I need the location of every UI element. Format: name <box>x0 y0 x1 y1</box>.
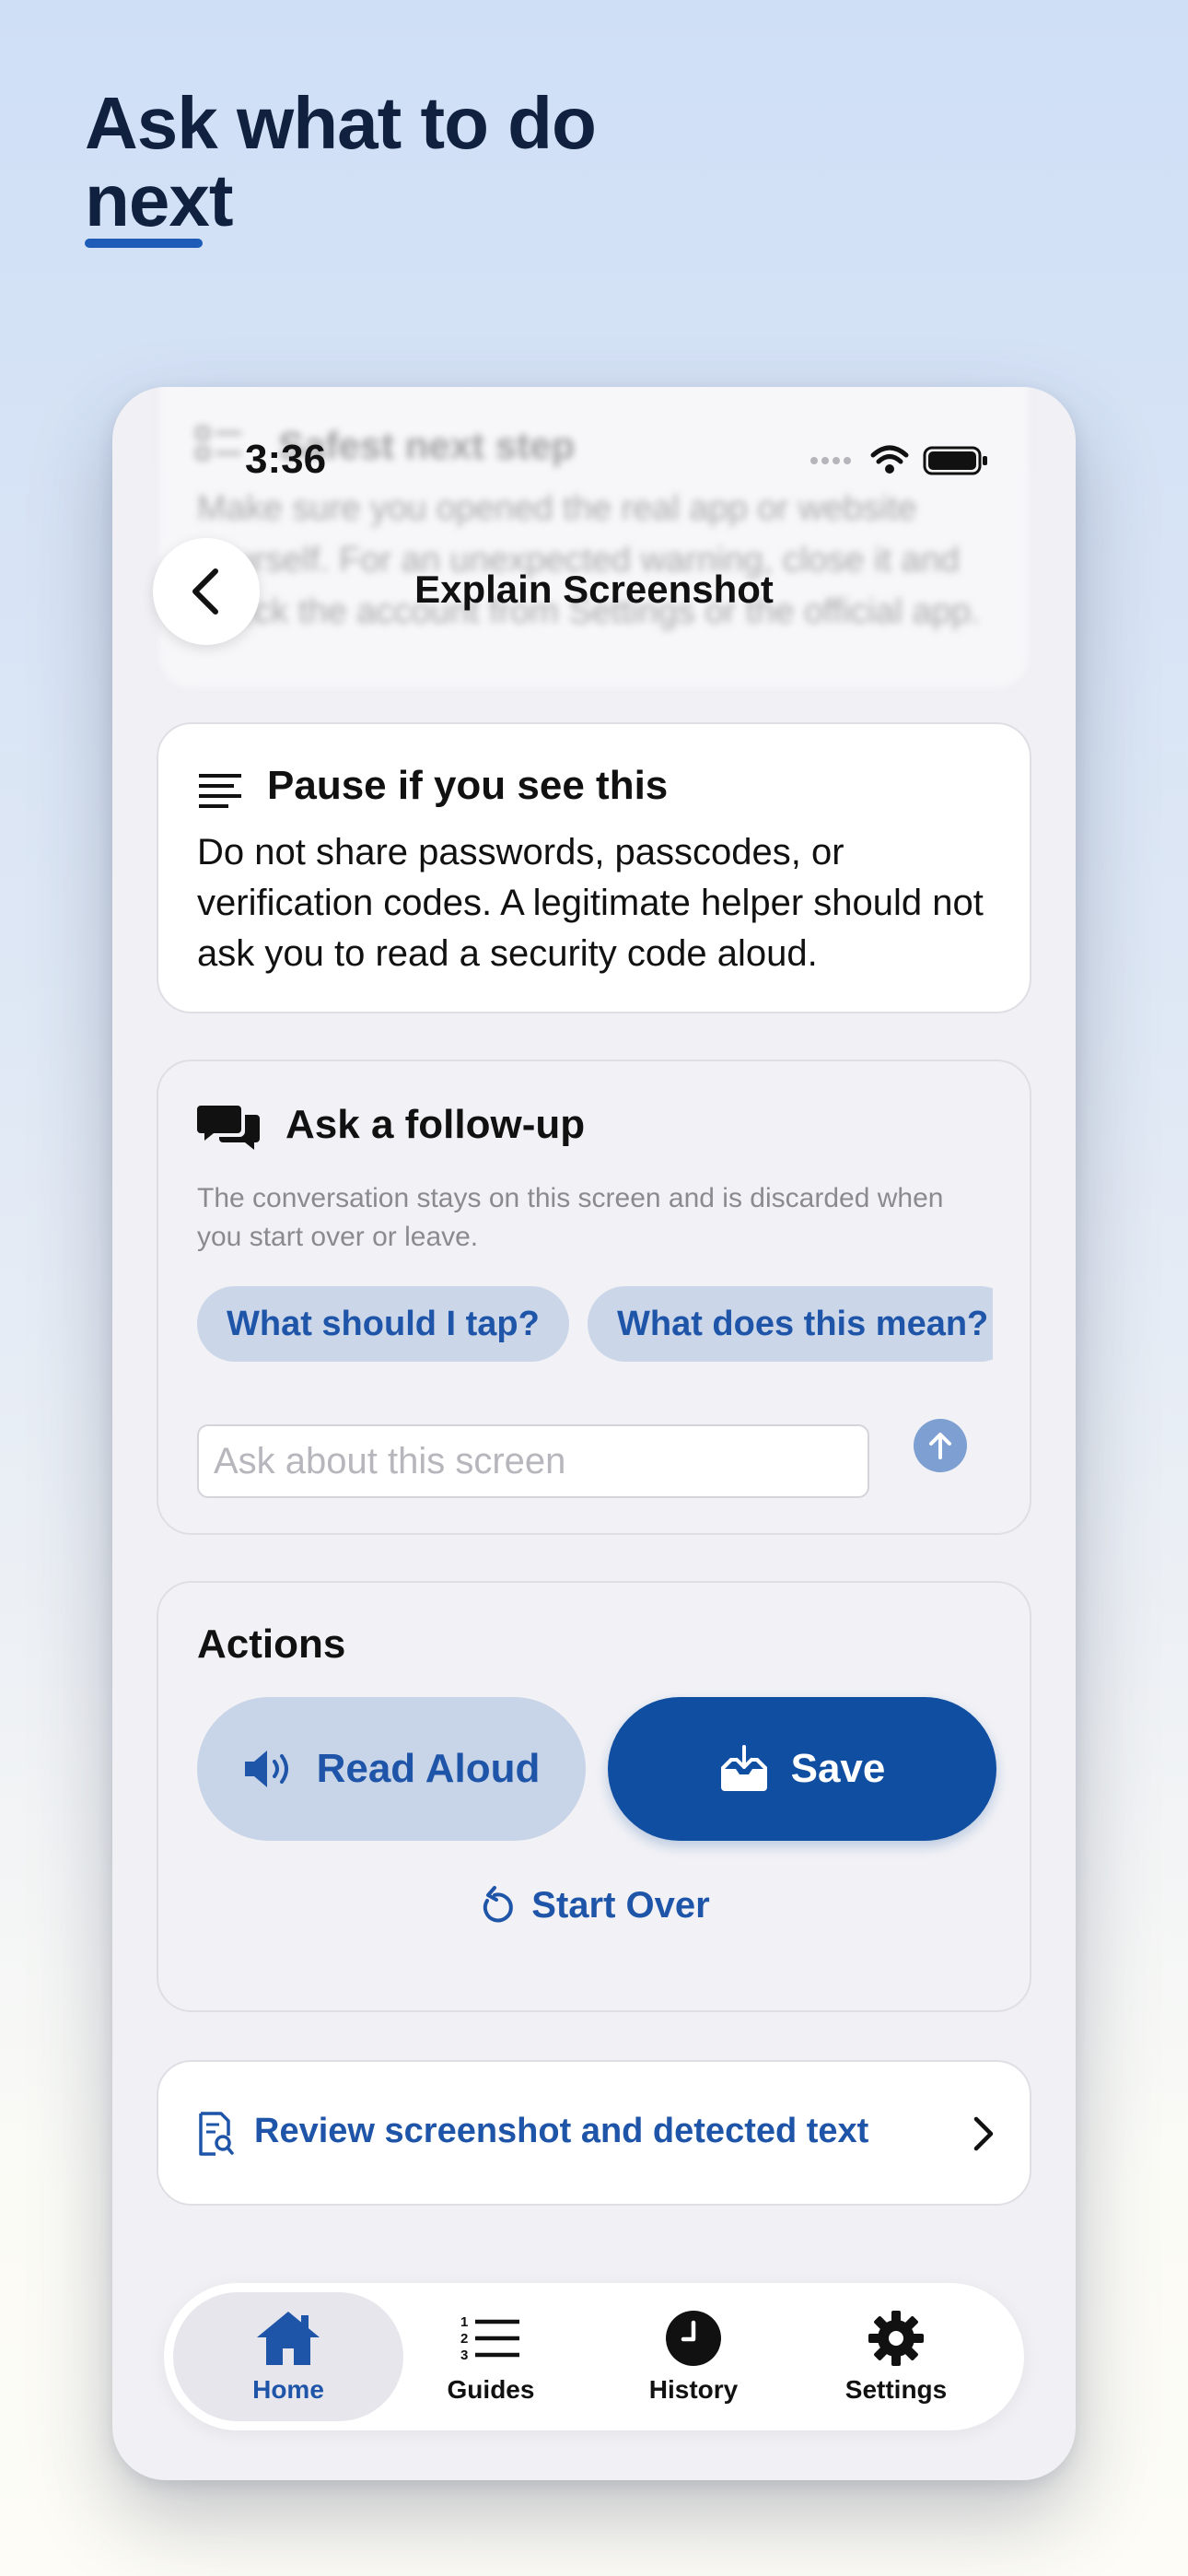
headline-underline <box>85 239 203 248</box>
text-lines-icon <box>199 774 241 808</box>
safest-next-step-body: Make sure you opened the real app or web… <box>197 489 981 631</box>
review-screenshot-row[interactable]: Review screenshot and detected text <box>157 2060 1031 2206</box>
review-screenshot-label: Review screenshot and detected text <box>254 2112 869 2150</box>
clock-icon <box>666 2311 721 2366</box>
tab-guides[interactable]: 1 2 3 Guides <box>376 2292 606 2421</box>
send-button[interactable] <box>914 1419 967 1472</box>
headline-line-1: Ask what to do <box>85 82 597 164</box>
page-title: Explain Screenshot <box>414 568 774 611</box>
read-aloud-button[interactable]: Read Aloud <box>197 1697 586 1841</box>
arrow-up-icon <box>929 1433 951 1459</box>
wifi-icon <box>870 445 909 474</box>
follow-up-description: The conversation stays on this screen an… <box>197 1183 944 1252</box>
numbered-list-icon: 1 2 3 <box>460 2314 519 2363</box>
svg-text:2: 2 <box>460 2331 468 2347</box>
svg-text:1: 1 <box>460 2314 468 2330</box>
status-time: 3:36 <box>245 437 327 482</box>
chat-bubbles-icon <box>197 1106 260 1150</box>
tray-download-icon <box>720 1745 767 1791</box>
tab-history-label: History <box>648 2375 739 2404</box>
gear-icon <box>868 2311 924 2366</box>
pause-warning-card: Pause if you see this Do not share passw… <box>157 722 1031 1013</box>
svg-text:3: 3 <box>460 2348 468 2363</box>
tab-history[interactable]: History <box>578 2292 809 2421</box>
ask-input[interactable] <box>197 1424 869 1498</box>
actions-card: Actions Read Aloud Save Start Over <box>157 1581 1031 2012</box>
suggestion-chips: What should I tap? What does this mean? <box>197 1286 993 1364</box>
status-icons <box>810 445 987 475</box>
start-over-label: Start Over <box>531 1885 710 1926</box>
speaker-icon <box>244 1751 288 1787</box>
chip-what-should-i-tap[interactable]: What should I tap? <box>197 1286 569 1362</box>
headline-line-2: next <box>85 159 233 241</box>
save-button[interactable]: Save <box>608 1697 996 1841</box>
pause-card-title: Pause if you see this <box>267 763 669 808</box>
tab-settings[interactable]: Settings <box>781 2292 1011 2421</box>
actions-title: Actions <box>197 1622 346 1667</box>
marketing-headline: Ask what to do next <box>85 82 597 241</box>
chip-what-does-this-mean[interactable]: What does this mean? <box>588 1286 993 1362</box>
save-label: Save <box>790 1746 886 1791</box>
tab-guides-label: Guides <box>447 2375 535 2404</box>
follow-up-card: Ask a follow-up The conversation stays o… <box>157 1060 1031 1535</box>
pause-card-body: Do not share passwords, passcodes, or ve… <box>197 832 984 974</box>
house-icon <box>257 2312 320 2365</box>
status-bar: 3:36 <box>112 387 1076 482</box>
start-over-button[interactable]: Start Over <box>158 1885 1030 1926</box>
document-search-icon <box>199 2112 234 2156</box>
tab-home[interactable]: Home <box>173 2292 403 2421</box>
tab-bar: Home 1 2 3 Guides History Settings <box>164 2283 1024 2430</box>
tab-settings-label: Settings <box>844 2375 948 2404</box>
signal-dots-icon <box>810 457 851 464</box>
battery-icon <box>923 446 987 475</box>
tab-home-label: Home <box>252 2375 324 2404</box>
chevron-right-icon <box>973 2116 994 2151</box>
phone-screen: Safest next step Make sure you opened th… <box>112 387 1076 2480</box>
read-aloud-label: Read Aloud <box>316 1746 541 1791</box>
rotate-ccw-icon <box>483 1885 514 1922</box>
follow-up-title: Ask a follow-up <box>285 1102 586 1147</box>
